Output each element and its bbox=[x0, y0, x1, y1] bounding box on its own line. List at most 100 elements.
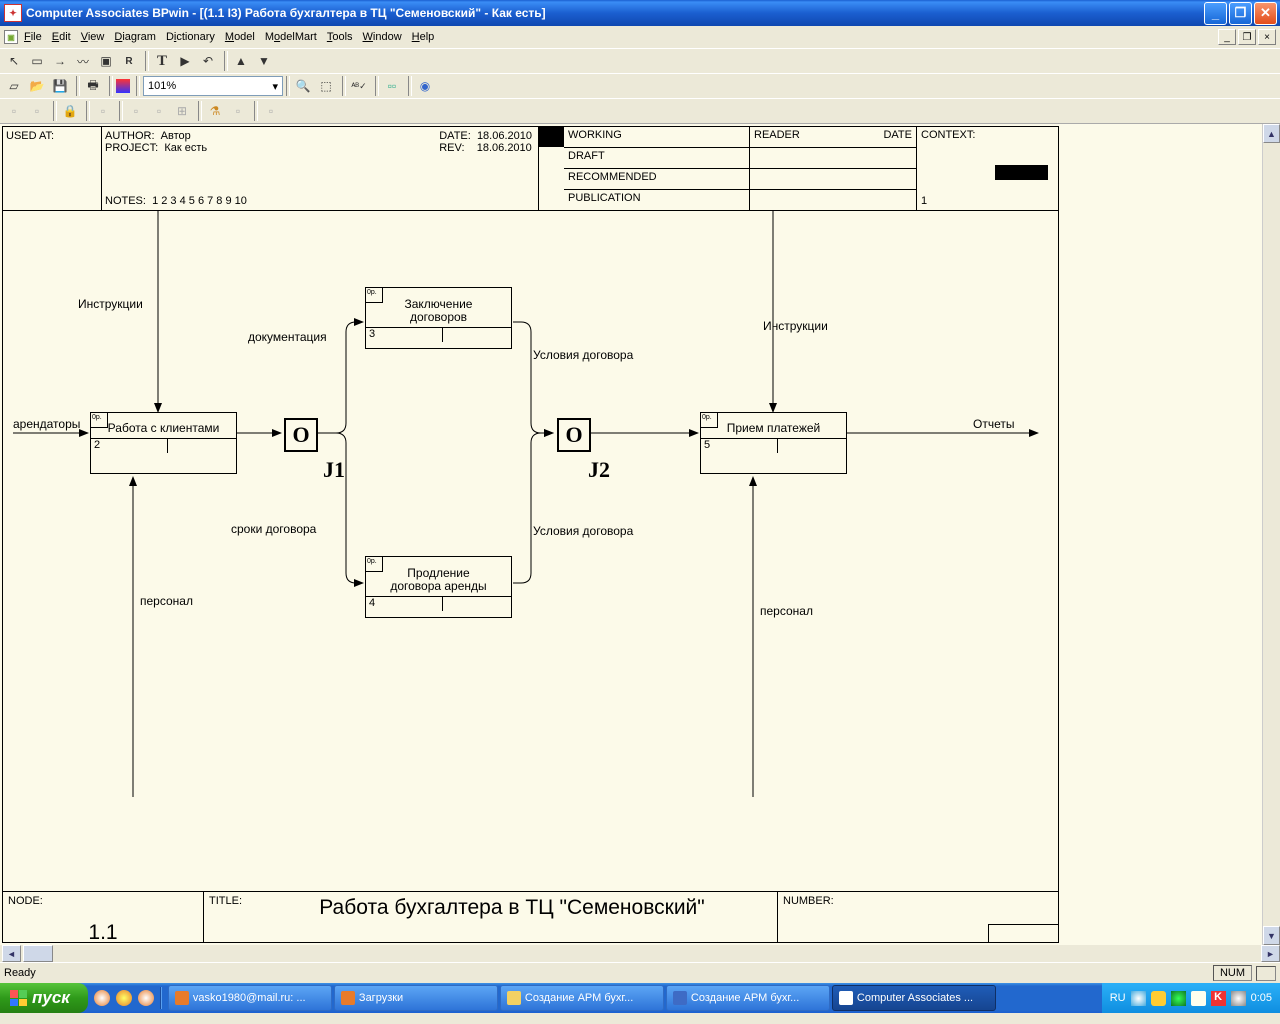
mm-icon-8: ▫ bbox=[261, 101, 281, 121]
scroll-right-icon[interactable]: ► bbox=[1261, 945, 1280, 962]
horizontal-scrollbar[interactable]: ◄ ► bbox=[0, 945, 1280, 962]
activity-tool-icon[interactable]: ▭ bbox=[27, 51, 47, 71]
activity-box-4[interactable]: 0р. Продлениедоговора аренды 4 bbox=[365, 556, 512, 618]
close-button[interactable]: ✕ bbox=[1254, 2, 1277, 25]
arrow-tool-icon[interactable]: → bbox=[50, 51, 70, 71]
menu-tools[interactable]: Tools bbox=[327, 31, 353, 43]
external-ref-icon[interactable]: ▣ bbox=[96, 51, 116, 71]
windows-logo-icon bbox=[10, 990, 27, 1006]
taskbar-task[interactable]: Computer Associates ... bbox=[832, 985, 996, 1011]
lock-icon: 🔒 bbox=[60, 101, 80, 121]
toolbar-modelmart: ▫ ▫ 🔒 ▫ ▫ ▫ ⊞ ⚗ ▫ ▫ bbox=[0, 98, 1280, 124]
activity-box-5[interactable]: 0р. Прием платежей 5 bbox=[700, 412, 847, 474]
mm-icon-7: ▫ bbox=[228, 101, 248, 121]
tray-icon-5[interactable]: K bbox=[1211, 991, 1226, 1006]
grid-icon: ⊞ bbox=[172, 101, 192, 121]
ql-icon-1[interactable] bbox=[94, 990, 110, 1006]
menu-model[interactable]: Model bbox=[225, 31, 255, 43]
activity-box-2[interactable]: 0р. Работа с клиентами 2 bbox=[90, 412, 237, 474]
new-icon[interactable]: ▱ bbox=[4, 76, 24, 96]
mdi-close-button[interactable]: × bbox=[1258, 29, 1276, 45]
taskbar-task[interactable]: Загрузки bbox=[334, 985, 498, 1011]
triangle-down-icon[interactable]: ▼ bbox=[254, 51, 274, 71]
model-explorer-icon[interactable]: ◉ bbox=[415, 76, 435, 96]
zoom-selector[interactable]: 101%▾ bbox=[143, 76, 283, 96]
start-button[interactable]: пуск bbox=[0, 983, 88, 1013]
activity-box-2-name: Работа с клиентами bbox=[91, 413, 236, 438]
goto-parent-icon[interactable]: ▫▫ bbox=[382, 76, 402, 96]
squiggle-tool-icon[interactable]: 〰 bbox=[73, 51, 93, 71]
menu-help[interactable]: Help bbox=[412, 31, 435, 43]
ql-icon-2[interactable] bbox=[116, 990, 132, 1006]
title-label: TITLE: bbox=[204, 892, 247, 942]
triangle-up-icon[interactable]: ▲ bbox=[231, 51, 251, 71]
mm-icon-6[interactable]: ⚗ bbox=[205, 101, 225, 121]
menu-edit[interactable]: Edit bbox=[52, 31, 71, 43]
ref-tool-icon[interactable]: R bbox=[119, 51, 139, 71]
canvas-area: USED AT: AUTHOR: Автор PROJECT: Как есть… bbox=[0, 124, 1280, 962]
chevron-down-icon: ▾ bbox=[272, 80, 278, 93]
node-label: NODE: bbox=[8, 895, 43, 907]
pointer-tool-icon[interactable]: ↖ bbox=[4, 51, 24, 71]
system-tray: RU K 0:05 bbox=[1102, 983, 1280, 1013]
task-icon bbox=[839, 991, 853, 1005]
tray-icon-2[interactable] bbox=[1151, 991, 1166, 1006]
text-tool-icon[interactable]: T bbox=[152, 51, 172, 71]
junction-j1-label: J1 bbox=[323, 457, 345, 483]
save-icon[interactable]: 💾 bbox=[50, 76, 70, 96]
tray-lang[interactable]: RU bbox=[1110, 992, 1126, 1004]
mm-icon-5: ▫ bbox=[149, 101, 169, 121]
tray-icon-6[interactable] bbox=[1231, 991, 1246, 1006]
activity-box-5-name: Прием платежей bbox=[701, 413, 846, 438]
mdi-restore-button[interactable]: ❐ bbox=[1238, 29, 1256, 45]
task-label: Создание АРМ бухг... bbox=[691, 992, 799, 1004]
app-icon: ✦ bbox=[4, 4, 22, 22]
mdi-app-icon[interactable]: ▣ bbox=[4, 30, 18, 44]
task-label: Загрузки bbox=[359, 992, 403, 1004]
maximize-button[interactable]: ❐ bbox=[1229, 2, 1252, 25]
junction-j2[interactable]: O bbox=[557, 418, 591, 452]
print-icon[interactable]: 🖶 bbox=[83, 76, 103, 96]
menu-file[interactable]: File bbox=[24, 31, 42, 43]
ql-icon-3[interactable] bbox=[138, 990, 154, 1006]
zoom-rect-icon[interactable]: ⬚ bbox=[316, 76, 336, 96]
toolbar-tools: ↖ ▭ → 〰 ▣ R T ▶ ↶ ▲ ▼ bbox=[0, 48, 1280, 73]
activity-box-3[interactable]: 0р. Заключениедоговоров 3 bbox=[365, 287, 512, 349]
task-icon bbox=[507, 991, 521, 1005]
play-icon[interactable]: ▶ bbox=[175, 51, 195, 71]
mdi-minimize-button[interactable]: _ bbox=[1218, 29, 1236, 45]
activity-box-4-name: Продлениедоговора аренды bbox=[366, 557, 511, 596]
taskbar-task[interactable]: Создание АРМ бухг... bbox=[666, 985, 830, 1011]
scroll-up-icon[interactable]: ▲ bbox=[1263, 124, 1280, 143]
menu-window[interactable]: Window bbox=[363, 31, 402, 43]
scroll-left-icon[interactable]: ◄ bbox=[2, 945, 21, 962]
tray-icon-4[interactable] bbox=[1191, 991, 1206, 1006]
menu-dictionary[interactable]: Dictionary bbox=[166, 31, 215, 43]
window-title: Computer Associates BPwin - [(1.1 I3) Ра… bbox=[26, 6, 546, 20]
task-icon bbox=[341, 991, 355, 1005]
menu-modelmart[interactable]: ModelMart bbox=[265, 31, 317, 43]
scroll-down-icon[interactable]: ▼ bbox=[1263, 926, 1280, 945]
minimize-button[interactable]: _ bbox=[1204, 2, 1227, 25]
tray-clock[interactable]: 0:05 bbox=[1251, 992, 1272, 1004]
junction-j1[interactable]: O bbox=[284, 418, 318, 452]
diagram-canvas[interactable]: USED AT: AUTHOR: Автор PROJECT: Как есть… bbox=[0, 124, 1263, 945]
menu-view[interactable]: View bbox=[81, 31, 105, 43]
zoom-in-icon[interactable]: 🔍 bbox=[293, 76, 313, 96]
taskbar-task[interactable]: vasko1980@mail.ru: ... bbox=[168, 985, 332, 1011]
vertical-scrollbar[interactable]: ▲ ▼ bbox=[1262, 124, 1280, 945]
arrow-label-sroki: сроки договора bbox=[231, 522, 316, 536]
tray-icon-3[interactable] bbox=[1171, 991, 1186, 1006]
scroll-thumb[interactable] bbox=[23, 945, 53, 962]
spellcheck-icon[interactable]: ᴬᴮ✓ bbox=[349, 76, 369, 96]
undo-icon[interactable]: ↶ bbox=[198, 51, 218, 71]
open-icon[interactable]: 📂 bbox=[27, 76, 47, 96]
taskbar-task[interactable]: Создание АРМ бухг... bbox=[500, 985, 664, 1011]
node-value: 1.1 bbox=[8, 921, 198, 945]
arrow-label-instrukcii2: Инструкции bbox=[763, 319, 828, 333]
arrow-label-otchety: Отчеты bbox=[973, 417, 1014, 431]
tray-icon-1[interactable] bbox=[1131, 991, 1146, 1006]
menu-diagram[interactable]: Diagram bbox=[114, 31, 156, 43]
junction-j2-label: J2 bbox=[588, 457, 610, 483]
explorer-icon[interactable] bbox=[116, 79, 130, 93]
